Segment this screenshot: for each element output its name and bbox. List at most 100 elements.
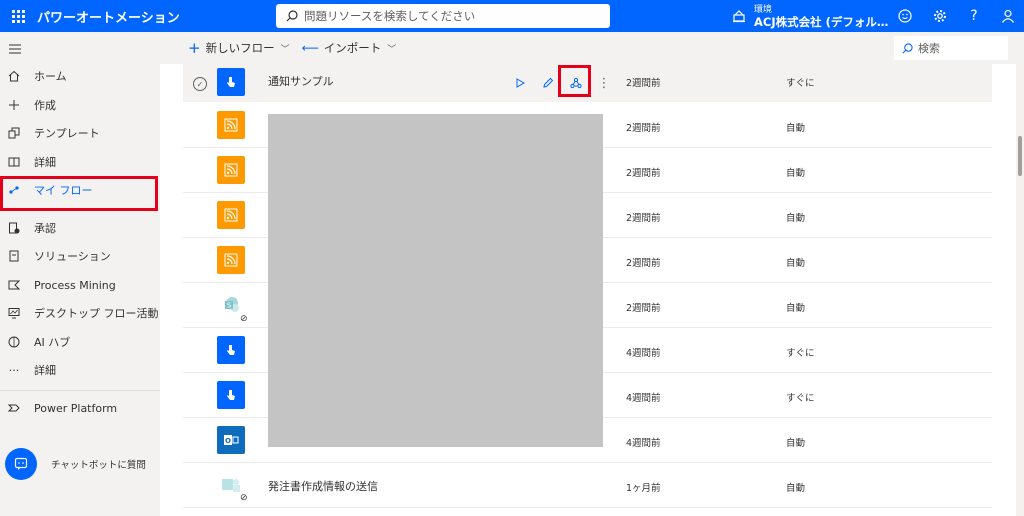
scrollbar-thumb[interactable]: [1018, 136, 1022, 176]
svg-text:O: O: [225, 437, 231, 445]
app-title[interactable]: パワーオートメーション: [37, 7, 180, 26]
flow-type: 自動: [786, 168, 806, 179]
flow-type: すぐに: [786, 78, 815, 89]
nav-label: 詳細: [34, 156, 56, 169]
new-flow-label: 新しいフロー: [205, 41, 275, 55]
plus-icon: [7, 98, 21, 112]
nav-item-process-mining[interactable]: Process Mining: [0, 272, 160, 298]
flow-modified: 4週間前: [626, 393, 661, 404]
nav-label: テンプレート: [34, 127, 100, 140]
nav-collapse-button[interactable]: [9, 43, 21, 57]
vertical-scrollbar[interactable]: [1016, 64, 1024, 516]
home-icon: [7, 69, 21, 83]
global-search-input[interactable]: 問題リソースを検索してください: [276, 4, 610, 28]
nav-item-power-platform[interactable]: Power Platform: [0, 395, 160, 421]
edit-button[interactable]: [539, 74, 557, 92]
vertical-ellipsis-icon: ⋮: [597, 75, 611, 91]
nav-item-ai-hub[interactable]: AI ハブ: [0, 329, 160, 355]
button-icon: [217, 336, 245, 364]
solution-icon: [7, 249, 21, 263]
nav-item-more[interactable]: ··· 詳細: [0, 357, 160, 383]
chevron-down-icon: ﹀: [280, 44, 290, 55]
chatbot-icon: [5, 448, 37, 480]
plus-icon: +: [188, 39, 201, 57]
flow-modified: 2週間前: [626, 303, 661, 314]
flow-name[interactable]: 通知サンプル: [268, 73, 334, 89]
button-icon: [217, 381, 245, 409]
highlight-share-button: [558, 65, 591, 97]
nav-item-approvals[interactable]: 承認: [0, 215, 160, 241]
import-label: インポート: [323, 41, 382, 55]
nav-label: 詳細: [34, 364, 56, 377]
flow-type: 自動: [786, 438, 806, 449]
import-button[interactable]: ⟵ インポート ﹀: [302, 40, 397, 56]
flow-modified: 2週間前: [626, 213, 661, 224]
disabled-icon: ⊘: [240, 493, 248, 503]
power-platform-icon: [7, 401, 21, 415]
nav-label: Process Mining: [34, 278, 116, 292]
nav-item-solutions[interactable]: ソリューション: [0, 243, 160, 269]
account-button[interactable]: [998, 6, 1018, 26]
run-button[interactable]: [511, 74, 529, 92]
flow-type: 自動: [786, 258, 806, 269]
redacted-area: [268, 114, 603, 447]
nav-label: 承認: [34, 222, 56, 235]
nav-item-desktop-flow-activity[interactable]: デスクトップ フロー活動: [0, 300, 160, 326]
flow-modified: 2週間前: [626, 258, 661, 269]
gear-icon: [934, 10, 946, 22]
template-icon: [7, 126, 21, 140]
nav-item-templates[interactable]: テンプレート: [0, 120, 160, 146]
pencil-icon: [543, 77, 554, 88]
rss-icon: [217, 201, 245, 229]
flow-name[interactable]: 発注書作成情報の送信: [268, 478, 378, 494]
nav-item-learn[interactable]: 詳細: [0, 149, 160, 175]
nav-item-home[interactable]: ホーム: [0, 63, 160, 89]
more-icon: ···: [8, 363, 20, 377]
smiley-icon: [898, 9, 912, 23]
search-icon: [286, 10, 298, 22]
environment-icon: [733, 10, 745, 23]
settings-button[interactable]: [930, 6, 950, 26]
user-icon: [1002, 9, 1014, 23]
flow-search-input[interactable]: 検索: [894, 36, 1008, 60]
nav-label: AI ハブ: [34, 336, 71, 349]
flow-modified: 1ヶ月前: [626, 483, 661, 494]
nav-item-create[interactable]: 作成: [0, 92, 160, 118]
top-bar: パワーオートメーション 問題リソースを検索してください 環境 ACJ株式会社 (…: [0, 0, 1024, 32]
help-button[interactable]: ?: [964, 6, 984, 26]
feedback-button[interactable]: [895, 6, 915, 26]
search-placeholder: 問題リソースを検索してください: [304, 9, 476, 23]
flow-modified: 2週間前: [626, 123, 661, 134]
search-icon: [902, 42, 913, 53]
command-bar: + 新しいフロー ﹀ ⟵ インポート ﹀ 検索: [160, 32, 1024, 64]
flow-modified: 4週間前: [626, 348, 661, 359]
chatbot-label: チャットボットに質問: [51, 460, 146, 471]
chatbot-button[interactable]: チャットボットに質問: [5, 448, 146, 480]
nav-label: 作成: [34, 99, 56, 112]
nav-label: ホーム: [34, 70, 67, 83]
import-arrow-icon: ⟵: [301, 41, 319, 55]
environment-name: ACJ株式会社 (デフォル…: [754, 15, 889, 29]
environment-picker[interactable]: 環境 ACJ株式会社 (デフォル…: [732, 2, 888, 30]
ai-hub-icon: [7, 335, 21, 349]
flow-modified: 4週間前: [626, 438, 661, 449]
more-options-button[interactable]: ⋮: [595, 74, 613, 92]
rss-icon: [217, 111, 245, 139]
flow-modified: 2週間前: [626, 78, 661, 89]
new-flow-button[interactable]: + 新しいフロー ﹀: [188, 39, 290, 57]
disabled-icon: ⊘: [240, 314, 248, 324]
flow-type: すぐに: [786, 393, 815, 404]
app-launcher-button[interactable]: [3, 0, 33, 32]
nav-label: Power Platform: [34, 401, 118, 415]
row-select-checkbox[interactable]: ✓: [193, 77, 207, 91]
approval-icon: [7, 221, 21, 235]
nav-label: ソリューション: [34, 250, 111, 263]
flow-type: 自動: [786, 303, 806, 314]
svg-text:S: S: [227, 302, 232, 310]
flow-row[interactable]: ⊘ 発注書作成情報の送信 1ヶ月前 自動: [183, 463, 992, 508]
nav-divider: [0, 390, 160, 391]
play-icon: [516, 78, 525, 88]
desktop-flow-icon: [7, 306, 21, 320]
flow-type: すぐに: [786, 348, 815, 359]
rss-icon: [217, 246, 245, 274]
